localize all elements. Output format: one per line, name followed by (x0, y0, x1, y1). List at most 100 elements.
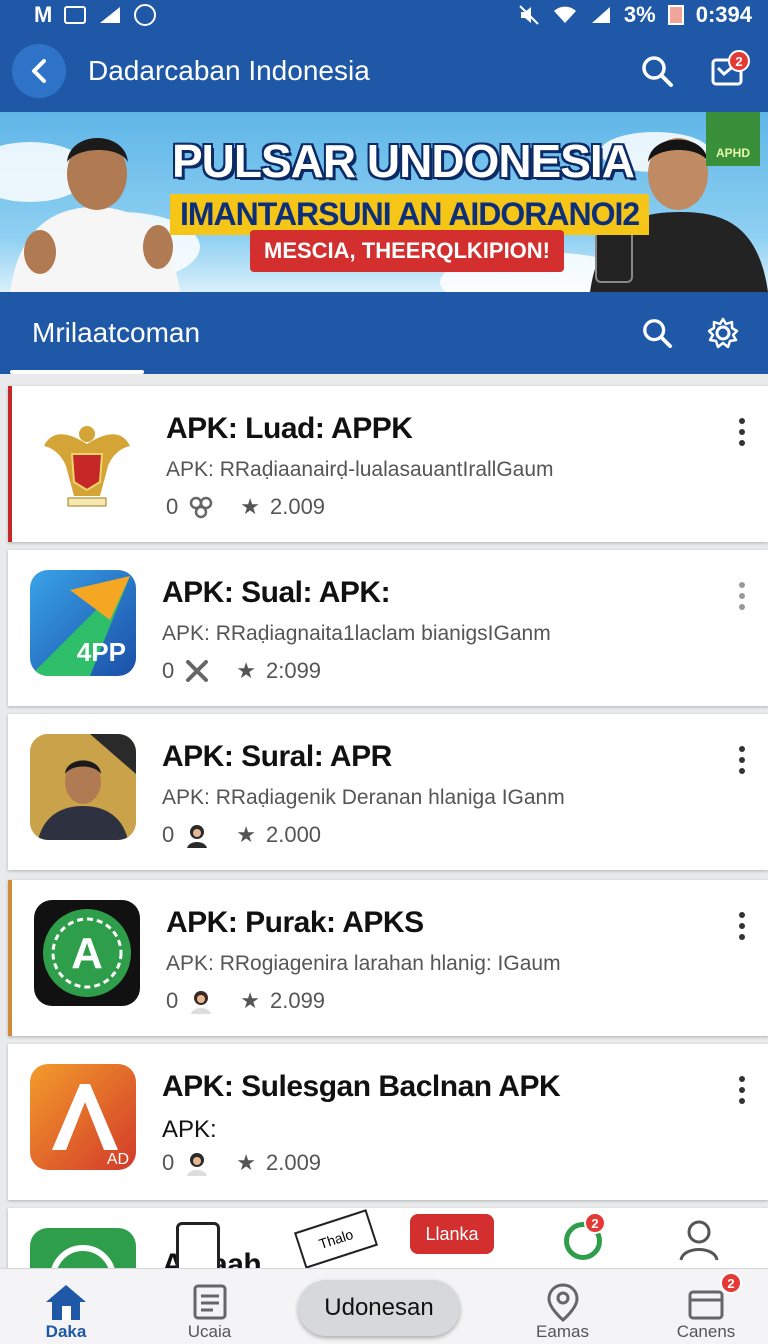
sign-text: Thalo (316, 1225, 356, 1253)
battery-icon (667, 5, 684, 25)
app-rating: 2.099 (269, 988, 326, 1013)
app-info: APK: Purak: APKS APK: RRogiagenira larah… (166, 900, 722, 1014)
overflow-menu-button[interactable] (722, 406, 762, 446)
app-name: APK: Sulesgan Baclnan APK (162, 1070, 561, 1103)
star-icon: ★ (236, 822, 256, 847)
app-subtitle: APK: RRaḍiaanairḍ-lualasauantIrallGaum (166, 458, 554, 481)
home-icon (46, 1285, 86, 1320)
app-rating: 2:099 (265, 658, 322, 683)
app-subtitle: APK: RRaḍiagnaita1laclam bianigsIGanm (162, 622, 551, 645)
tools-icon (186, 660, 209, 682)
app-meta: 0 ★ 2.009 (166, 494, 722, 520)
app-list-item[interactable]: APK: Sural: APR APK: RRaḍiagenik Deranan… (8, 714, 768, 870)
settings-button[interactable] (700, 310, 746, 356)
app-rating: 2.000 (265, 822, 322, 847)
wifi-icon (553, 6, 576, 23)
nav-documents-label: Ucaia (187, 1322, 232, 1341)
overflow-menu-button[interactable] (722, 734, 762, 774)
nav-wallet-label: Canens (676, 1322, 736, 1341)
avatar-icon (187, 825, 208, 848)
profile-icon[interactable] (678, 1218, 720, 1262)
overflow-menu-button[interactable] (722, 900, 762, 940)
app-meta: 0 ★ 2:099 (162, 658, 722, 684)
app-subtitle: APK: RRogiagenira larahan hlanig: IGaum (166, 952, 561, 975)
app-icon-4pp: 4PP (30, 570, 136, 676)
app-name: APK: Sural: APR (162, 740, 392, 773)
svg-text:A: A (71, 929, 103, 978)
promo-banner[interactable]: PULSAR UNDONESIA IMANTARSUNI AN AIDORANO… (0, 112, 768, 292)
corner-logo-text: APHD (715, 146, 750, 160)
nav-documents[interactable]: Ucaia (162, 1282, 258, 1344)
nav-home[interactable]: Daka (18, 1282, 114, 1344)
refresh-badge: 2 (584, 1212, 606, 1234)
app-list-item[interactable]: 4PP APK: Sual: APK: APK: RRaḍiagnaita1la… (8, 550, 768, 706)
avatar-icon (191, 991, 212, 1014)
nav-center-label: Udonesan (324, 1294, 434, 1321)
wallet-badge: 2 (720, 1272, 742, 1294)
star-icon: ★ (240, 494, 260, 519)
star-icon: ★ (240, 988, 260, 1013)
search-icon (643, 319, 673, 349)
corner-logo: APHD (706, 112, 760, 166)
back-button[interactable] (12, 44, 66, 98)
download-count: 0 (162, 822, 175, 847)
page-title: Dadarcaban Indonesia (88, 55, 370, 86)
app-list-item[interactable]: APK: Luad: APPK APK: RRaḍiaanairḍ-lualas… (8, 386, 768, 542)
download-count: 0 (162, 1150, 175, 1175)
inbox-button[interactable]: 2 (704, 48, 750, 94)
chevron-left-icon (32, 59, 46, 83)
app-icon-label: 4PP (76, 637, 126, 667)
clock: 0:394 (695, 2, 752, 27)
app-meta: 0 ★ 2.000 (162, 822, 722, 848)
app-name: APK: Sual: APK: (162, 576, 391, 609)
svg-text:AD: AD (107, 1151, 129, 1168)
nav-wallet[interactable]: 2 Canens (658, 1272, 754, 1344)
download-count: 0 (162, 658, 175, 683)
app-rating: 2.009 (265, 1150, 322, 1175)
users-icon (190, 496, 213, 519)
app-subtitle: APK: (162, 1116, 217, 1143)
app-icon-orange-a: AD (30, 1064, 136, 1170)
app-list-item[interactable]: AD APK: Sulesgan Baclnan APK APK: 0 ★ 2.… (8, 1044, 768, 1200)
banner-subheadline: IMANTARSUNI AN AIDORANOI2 (170, 194, 650, 235)
search-icon (642, 56, 673, 87)
nav-center-pill[interactable]: Udonesan (298, 1280, 460, 1336)
wallet-icon (688, 1290, 724, 1320)
banner-headline: PULSAR UNDONESIA (172, 135, 635, 187)
download-count: 0 (166, 988, 179, 1013)
app-icon-green-a: A (34, 900, 140, 1006)
app-info: APK: Sulesgan Baclnan APK APK: 0 ★ 2.009 (162, 1064, 722, 1176)
overlay-tag[interactable]: Llanka (410, 1214, 494, 1254)
banner-cta[interactable]: MESCIA, THEERQLKIPION! (250, 230, 565, 272)
app-name: APK: Purak: APKS (166, 906, 424, 939)
nav-home-label: Daka (45, 1322, 87, 1341)
garuda-emblem-icon (34, 406, 140, 512)
app-meta: 0 ★ 2.009 (162, 1150, 722, 1176)
signal-icon-2 (591, 7, 610, 23)
overflow-menu-button[interactable] (722, 570, 762, 610)
download-count: 0 (166, 494, 179, 519)
battery-percent: 3% (623, 2, 656, 27)
app-icon-portrait (30, 734, 136, 840)
section-tab-bar: Mrilaatcoman (0, 292, 768, 374)
spokesperson-left-image (10, 138, 180, 292)
nav-explore-label: Eamas (536, 1322, 589, 1341)
app-info: APK: Luad: APPK APK: RRaḍiaanairḍ-lualas… (166, 406, 722, 520)
overflow-menu-button[interactable] (722, 1064, 762, 1104)
status-left-text: M (34, 2, 53, 27)
nav-explore[interactable]: Eamas (515, 1282, 611, 1344)
mute-icon (519, 5, 539, 25)
tab-main[interactable]: Mrilaatcoman (32, 317, 634, 349)
app-info: APK: Sual: APK: APK: RRaḍiagnaita1laclam… (162, 570, 722, 684)
app-list-item[interactable]: A APK: Purak: APKS APK: RRogiagenira lar… (8, 880, 768, 1036)
status-bar: M 3% 0:394 (0, 0, 768, 30)
star-icon: ★ (236, 658, 256, 683)
sync-icon (134, 4, 157, 26)
search-button[interactable] (634, 48, 680, 94)
signal-icon (100, 7, 121, 23)
sim-icon (64, 6, 87, 24)
active-tab-indicator (10, 370, 144, 374)
section-search-button[interactable] (634, 310, 680, 356)
app-subtitle: APK: RRaḍiagenik Deranan hlaniga IGanm (162, 786, 565, 809)
document-icon (193, 1284, 226, 1320)
